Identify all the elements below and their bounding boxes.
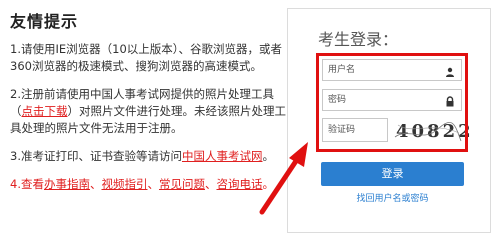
red-arrow-icon: [259, 142, 308, 215]
